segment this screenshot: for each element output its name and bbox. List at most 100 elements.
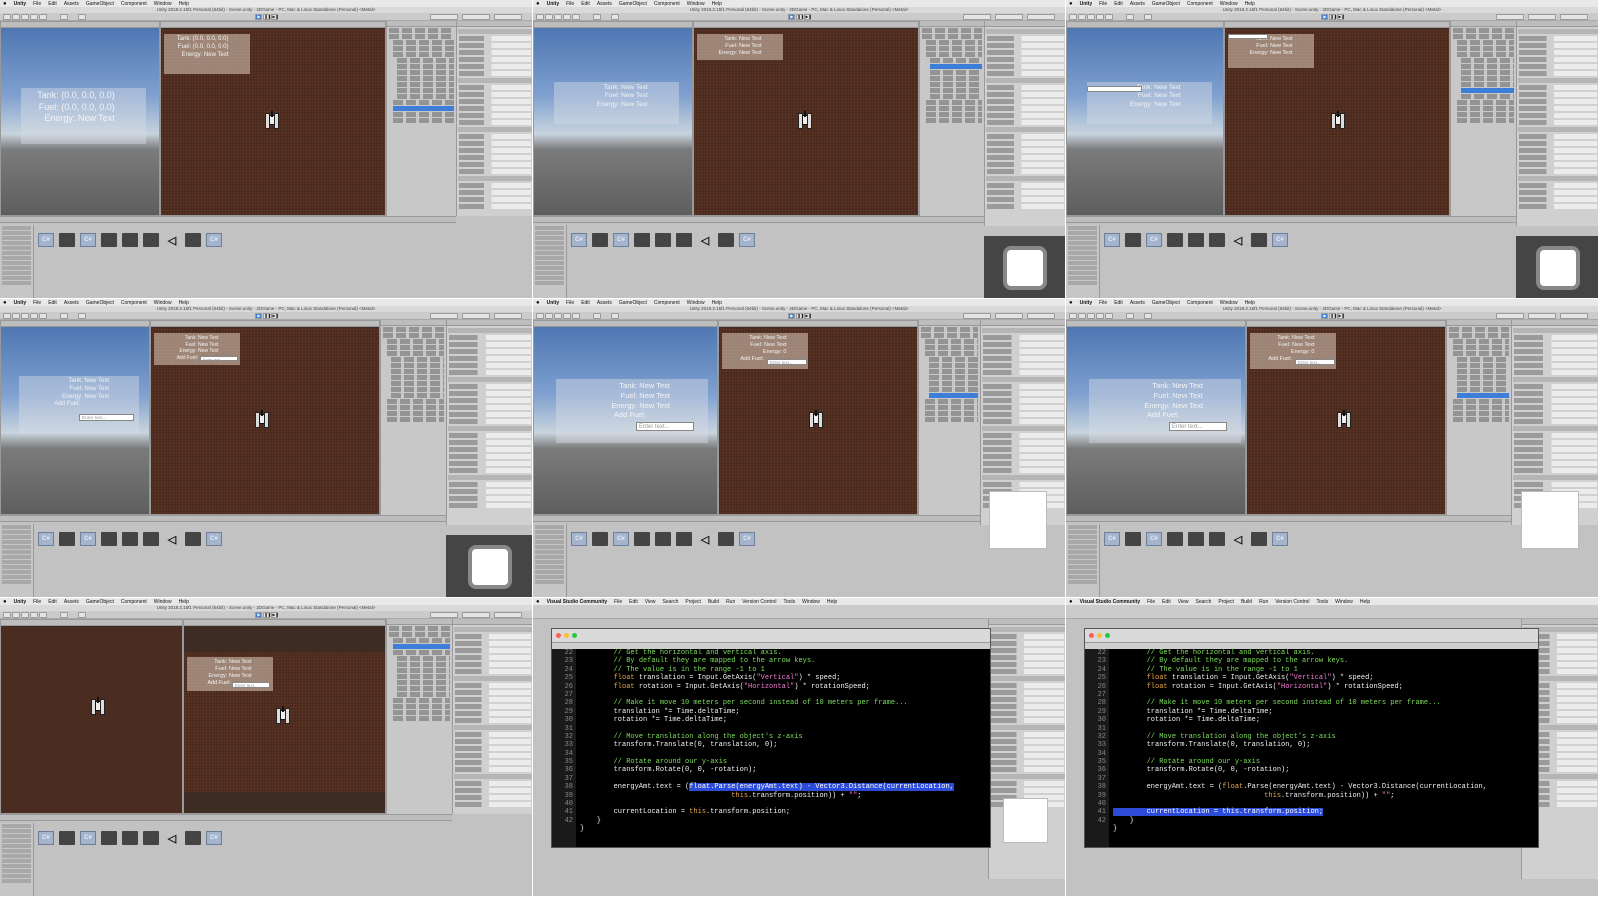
material-icon[interactable]: [1251, 233, 1267, 247]
inspector-field[interactable]: [987, 113, 1064, 118]
game-view[interactable]: Tank: New Text Fuel: New Text Energy: New …: [151, 328, 379, 514]
folder-item[interactable]: [2, 570, 31, 574]
hierarchy-item[interactable]: [397, 686, 450, 691]
inspector-field[interactable]: [455, 732, 531, 737]
code-line[interactable]: // Get the horizontal and vertical axis.: [580, 649, 990, 657]
inspector-field[interactable]: [459, 113, 531, 118]
folder-item[interactable]: [535, 550, 564, 554]
hierarchy-item[interactable]: [393, 650, 450, 655]
game-view[interactable]: Tank: New Text Fuel: New Text Energy: New …: [184, 652, 385, 792]
hierarchy-item[interactable]: [391, 375, 444, 380]
hierarchy-item[interactable]: [926, 100, 982, 105]
inspector-field[interactable]: [1514, 405, 1597, 410]
inspector-field[interactable]: [455, 641, 531, 646]
menu-item[interactable]: Build: [708, 599, 719, 605]
menu-item[interactable]: File: [33, 300, 41, 306]
tool-button[interactable]: [554, 14, 562, 20]
hierarchy-item[interactable]: [387, 351, 444, 356]
hierarchy-item[interactable]: [393, 698, 450, 703]
tool-button[interactable]: [611, 313, 619, 319]
folder-item[interactable]: [2, 824, 31, 828]
code-line[interactable]: [1113, 725, 1538, 733]
unity-scene-icon[interactable]: ◁: [164, 233, 180, 247]
folder-item[interactable]: [1068, 535, 1097, 539]
tool-button[interactable]: [21, 313, 29, 319]
csharp-script-icon[interactable]: C#: [38, 532, 54, 546]
ui-text-panel[interactable]: Tank: New Text Fuel: New Text Energy: New …: [556, 379, 708, 443]
material-icon[interactable]: [655, 233, 671, 247]
component-header[interactable]: [990, 676, 1065, 681]
close-icon[interactable]: [556, 633, 561, 638]
layout-dropdown[interactable]: [1496, 14, 1524, 20]
hierarchy-item[interactable]: [1461, 94, 1514, 99]
step-icon[interactable]: ▶❚: [804, 14, 812, 20]
layout-dropdown[interactable]: [462, 612, 490, 618]
csharp-script-icon[interactable]: C#: [613, 233, 629, 247]
inspector-field[interactable]: [987, 106, 1064, 111]
hierarchy-item[interactable]: [1453, 417, 1509, 422]
menu-item[interactable]: File: [1099, 1, 1107, 7]
menu-item[interactable]: Help: [1360, 599, 1370, 605]
csharp-script-icon[interactable]: C#: [1146, 532, 1162, 546]
add-fuel-input[interactable]: Enter text...: [79, 414, 134, 421]
inspector-field[interactable]: [987, 134, 1064, 139]
inspector-field[interactable]: [459, 204, 531, 209]
inspector-field[interactable]: [449, 398, 531, 403]
folder-item[interactable]: [2, 829, 31, 833]
folder-item[interactable]: [535, 271, 564, 275]
inspector-field[interactable]: [449, 461, 531, 466]
folder-item[interactable]: [535, 251, 564, 255]
code-line[interactable]: float rotation = Input.GetAxis("Horizont…: [580, 683, 990, 691]
csharp-script-icon[interactable]: C#: [739, 233, 755, 247]
apple-icon[interactable]: ●: [536, 599, 540, 605]
folder-item[interactable]: [535, 580, 564, 584]
menu-item[interactable]: Visual Studio Community: [547, 599, 607, 605]
code-line[interactable]: transform.Translate(0, translation, 0);: [580, 741, 990, 749]
folder-item[interactable]: [2, 859, 31, 863]
material-icon[interactable]: [592, 233, 608, 247]
hierarchy-item[interactable]: [397, 94, 454, 99]
tool-button[interactable]: [593, 313, 601, 319]
material-icon[interactable]: [122, 532, 138, 546]
folder-item[interactable]: [535, 236, 564, 240]
folder-item[interactable]: [535, 555, 564, 559]
hierarchy-item[interactable]: [389, 632, 450, 637]
apple-icon[interactable]: ●: [3, 1, 7, 7]
menu-item[interactable]: Project: [685, 599, 701, 605]
code-line[interactable]: translation *= Time.deltaTime;: [1113, 708, 1538, 716]
hierarchy-item[interactable]: [397, 64, 454, 69]
inspector-field[interactable]: [1519, 85, 1597, 90]
hierarchy-item[interactable]: [387, 399, 444, 404]
play-icon[interactable]: ▶: [255, 14, 263, 20]
inspector-field[interactable]: [987, 36, 1064, 41]
material-icon[interactable]: [676, 532, 692, 546]
apple-icon[interactable]: ●: [1069, 599, 1073, 605]
material-icon[interactable]: [185, 233, 201, 247]
folder-item[interactable]: [2, 236, 31, 240]
material-icon[interactable]: [1125, 532, 1141, 546]
ui-text-panel[interactable]: Tank: New Text Fuel: New Text Energy: New …: [1089, 379, 1241, 443]
inspector-field[interactable]: [1519, 141, 1597, 146]
apple-icon[interactable]: ●: [1069, 1, 1073, 7]
unity-scene-icon[interactable]: ◁: [697, 233, 713, 247]
inspector-field[interactable]: [991, 788, 1064, 793]
code-line[interactable]: currentLocation = this.transform.positio…: [580, 808, 990, 816]
code-line[interactable]: energyAmt.text = (float.Parse(energyAmt.…: [1113, 783, 1538, 791]
layout-dropdown[interactable]: [430, 612, 458, 618]
step-icon[interactable]: ▶❚: [271, 14, 279, 20]
material-icon[interactable]: [676, 233, 692, 247]
inspector-field[interactable]: [987, 190, 1064, 195]
inspector-field[interactable]: [455, 669, 531, 674]
menu-item[interactable]: Project: [1218, 599, 1234, 605]
inspector-field[interactable]: [1519, 197, 1597, 202]
folder-item[interactable]: [1068, 236, 1097, 240]
inspector-field[interactable]: [983, 440, 1064, 445]
tool-button[interactable]: [60, 612, 68, 618]
pause-icon[interactable]: ❚❚: [1329, 14, 1337, 20]
component-header[interactable]: [454, 676, 532, 681]
menu-item[interactable]: File: [566, 300, 574, 306]
hierarchy-item[interactable]: [397, 58, 454, 63]
inspector-field[interactable]: [991, 648, 1064, 653]
ui-text-panel[interactable]: Tank: New Text Fuel: New Text Energy: New …: [154, 333, 240, 365]
menu-item[interactable]: Unity: [14, 1, 27, 7]
